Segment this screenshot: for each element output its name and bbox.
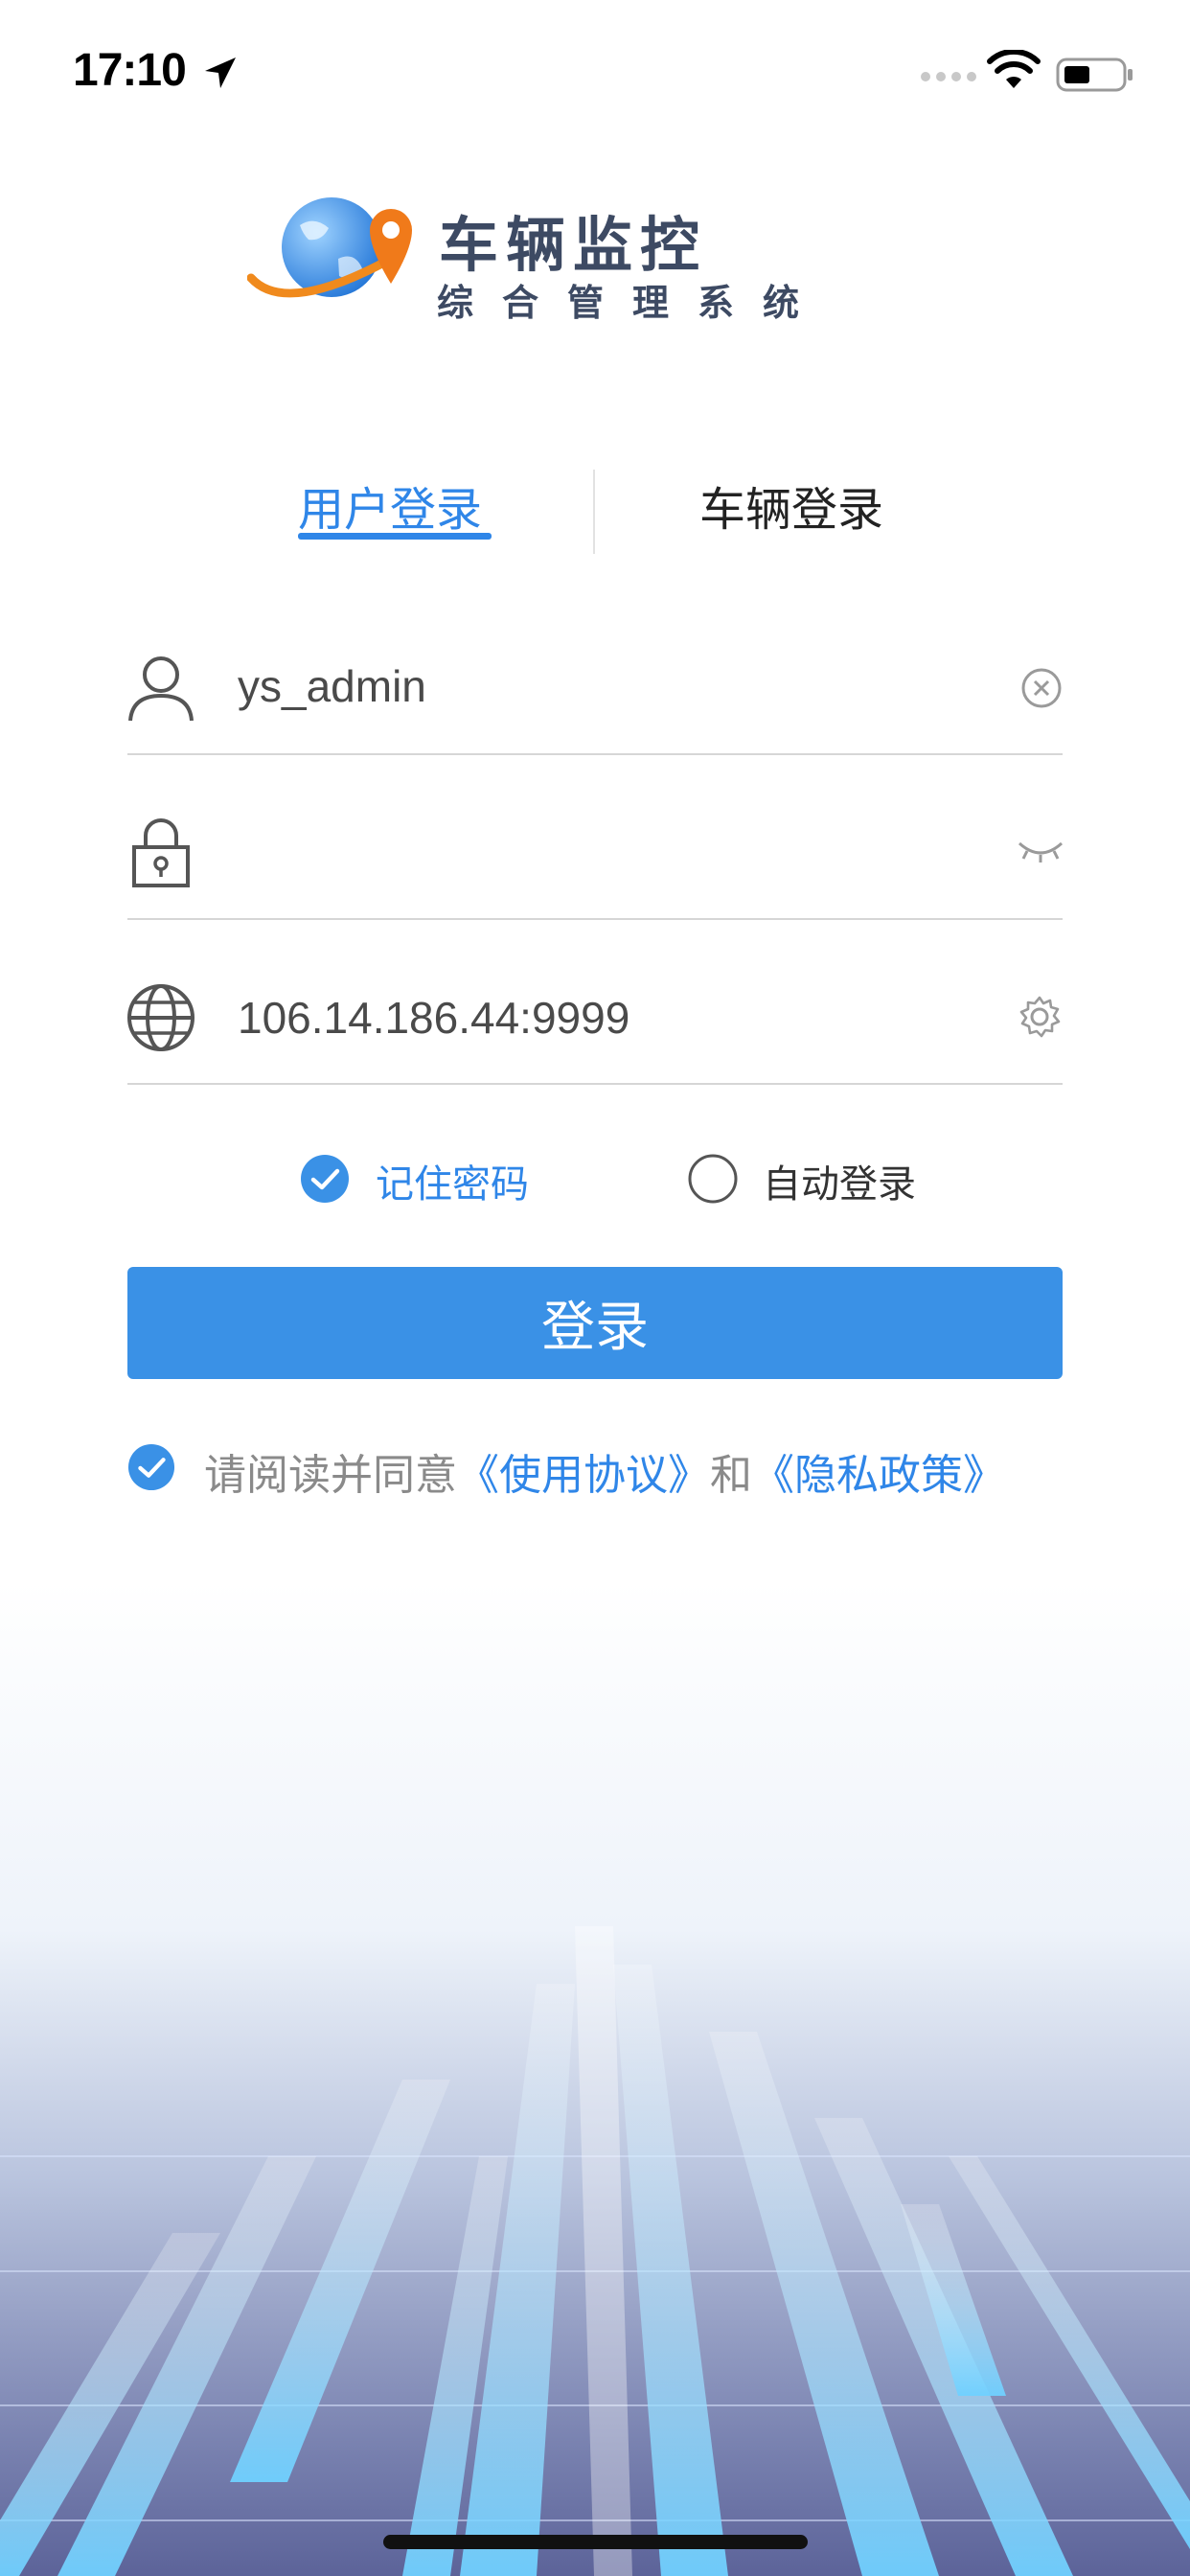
auto-login-checkbox[interactable]: [688, 1154, 738, 1204]
auto-login-label[interactable]: 自动登录: [763, 1153, 916, 1208]
active-tab-indicator: [298, 533, 492, 540]
logo-subtitle: 综合管理系统: [437, 282, 829, 324]
tab-divider: [593, 470, 595, 554]
server-underline: [127, 1083, 1063, 1085]
home-indicator: [383, 2535, 808, 2549]
clear-icon[interactable]: [1020, 667, 1063, 709]
remember-password-label[interactable]: 记住密码: [376, 1153, 529, 1208]
agreement-prefix: 请阅读并同意: [204, 1451, 457, 1500]
wifi-icon: [987, 50, 1041, 88]
gear-icon[interactable]: [1018, 995, 1062, 1039]
tab-vehicle-login[interactable]: 车辆登录: [699, 472, 883, 539]
location-arrow-icon: [205, 58, 236, 88]
user-agreement-link[interactable]: 《使用协议》: [457, 1451, 710, 1500]
lock-icon: [132, 818, 190, 887]
username-input[interactable]: [238, 648, 966, 724]
logo-title: 车辆监控: [439, 210, 708, 280]
globe-logo-icon: [247, 197, 412, 298]
battery-icon: [1056, 58, 1133, 92]
password-underline: [127, 918, 1063, 920]
eye-closed-icon[interactable]: [1016, 836, 1065, 864]
login-button[interactable]: 登录: [127, 1267, 1063, 1379]
privacy-policy-link[interactable]: 《隐私政策》: [752, 1451, 1005, 1500]
globe-icon: [127, 984, 195, 1051]
user-icon: [128, 656, 194, 722]
agreement-text: 请阅读并同意《使用协议》和《隐私政策》: [204, 1440, 1005, 1502]
username-underline: [127, 753, 1063, 755]
status-time: 17:10: [73, 45, 187, 96]
password-input[interactable]: [238, 813, 966, 889]
remember-password-checkbox[interactable]: [300, 1154, 350, 1204]
server-address-input[interactable]: [238, 979, 966, 1056]
agreement-checkbox[interactable]: [127, 1443, 175, 1491]
tab-user-login[interactable]: 用户登录: [298, 472, 482, 539]
background-decoration: [0, 1581, 1190, 2576]
signal-dots-icon: [921, 72, 976, 81]
agreement-conjunction: 和: [710, 1451, 752, 1500]
